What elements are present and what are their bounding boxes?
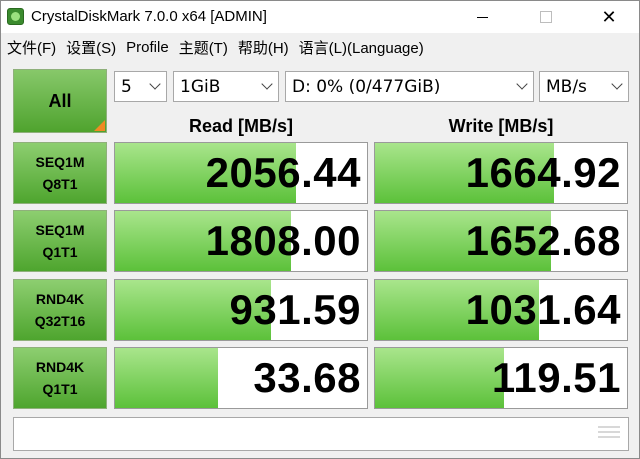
read-result-cell: 2056.44 xyxy=(114,142,368,204)
test-label-line1: SEQ1M xyxy=(35,154,85,170)
app-window: CrystalDiskMark 7.0.0 x64 [ADMIN] ✕ 文件(F… xyxy=(0,0,640,459)
test-label-line1: RND4K xyxy=(35,359,85,375)
test-size-select[interactable]: 1GiB xyxy=(173,71,279,102)
menu-profile[interactable]: Profile xyxy=(122,39,173,56)
read-result-cell: 1808.00 xyxy=(114,210,368,272)
test-button-rnd4k-q1t1[interactable]: RND4K Q1T1 xyxy=(13,347,107,409)
test-label-line2: Q8T1 xyxy=(42,176,78,192)
corner-marker-icon xyxy=(94,120,105,131)
close-icon: ✕ xyxy=(601,6,617,28)
write-column-header: Write [MB/s] xyxy=(448,115,554,136)
test-count-select[interactable]: 5 xyxy=(114,71,167,102)
test-label-line1: RND4K xyxy=(35,291,85,307)
minimize-icon xyxy=(476,16,488,18)
menu-language[interactable]: 语言(L)(Language) xyxy=(295,37,428,58)
write-result-cell: 1031.64 xyxy=(374,279,628,341)
test-button-seq1m-q8t1[interactable]: SEQ1M Q8T1 xyxy=(13,142,107,204)
write-result-cell: 1664.92 xyxy=(374,142,628,204)
drive-select[interactable]: D: 0% (0/477GiB) xyxy=(285,71,534,102)
menu-help[interactable]: 帮助(H) xyxy=(234,37,293,58)
read-result-value: 33.68 xyxy=(253,354,361,401)
chevron-down-icon xyxy=(149,78,161,90)
menu-settings[interactable]: 设置(S) xyxy=(62,37,120,58)
read-result-value: 2056.44 xyxy=(205,149,361,196)
drive-value: D: 0% (0/477GiB) xyxy=(292,76,441,97)
chevron-down-icon xyxy=(516,78,528,90)
unit-value: MB/s xyxy=(546,76,587,97)
test-button-seq1m-q1t1[interactable]: SEQ1M Q1T1 xyxy=(13,210,107,272)
test-label-line2: Q1T1 xyxy=(42,381,78,397)
write-result-value: 1652.68 xyxy=(465,217,621,264)
read-result-cell: 33.68 xyxy=(114,347,368,409)
maximize-button[interactable] xyxy=(523,1,569,33)
test-size-value: 1GiB xyxy=(180,76,221,97)
watermark-icon xyxy=(598,426,620,442)
unit-select[interactable]: MB/s xyxy=(539,71,629,102)
read-level-bar xyxy=(115,348,219,408)
read-result-cell: 931.59 xyxy=(114,279,368,341)
all-button-label: All xyxy=(48,90,72,111)
write-result-cell: 1652.68 xyxy=(374,210,628,272)
test-count-value: 5 xyxy=(121,76,132,97)
app-icon xyxy=(7,8,24,25)
menu-bar: 文件(F) 设置(S) Profile 主题(T) 帮助(H) 语言(L)(La… xyxy=(1,33,639,61)
write-result-value: 1664.92 xyxy=(465,149,621,196)
menu-file[interactable]: 文件(F) xyxy=(3,37,60,58)
title-bar: CrystalDiskMark 7.0.0 x64 [ADMIN] ✕ xyxy=(1,1,639,33)
chevron-down-icon xyxy=(261,78,273,90)
window-title: CrystalDiskMark 7.0.0 x64 [ADMIN] xyxy=(31,8,267,25)
read-result-value: 931.59 xyxy=(229,286,361,333)
test-label-line2: Q32T16 xyxy=(34,313,86,329)
read-column-header: Read [MB/s] xyxy=(188,115,293,136)
menu-theme[interactable]: 主题(T) xyxy=(175,37,232,58)
test-label-line1: SEQ1M xyxy=(35,222,85,238)
write-result-value: 1031.64 xyxy=(465,286,621,333)
chevron-down-icon xyxy=(611,78,623,90)
maximize-icon xyxy=(540,11,552,23)
write-result-value: 119.51 xyxy=(491,354,621,401)
all-button[interactable]: All xyxy=(13,69,107,133)
test-label-line2: Q1T1 xyxy=(42,244,78,260)
read-result-value: 1808.00 xyxy=(205,217,361,264)
write-level-bar xyxy=(375,348,504,408)
close-button[interactable]: ✕ xyxy=(586,1,632,33)
minimize-button[interactable] xyxy=(459,1,505,33)
comment-input[interactable] xyxy=(13,417,629,451)
write-result-cell: 119.51 xyxy=(374,347,628,409)
test-button-rnd4k-q32t16[interactable]: RND4K Q32T16 xyxy=(13,279,107,341)
